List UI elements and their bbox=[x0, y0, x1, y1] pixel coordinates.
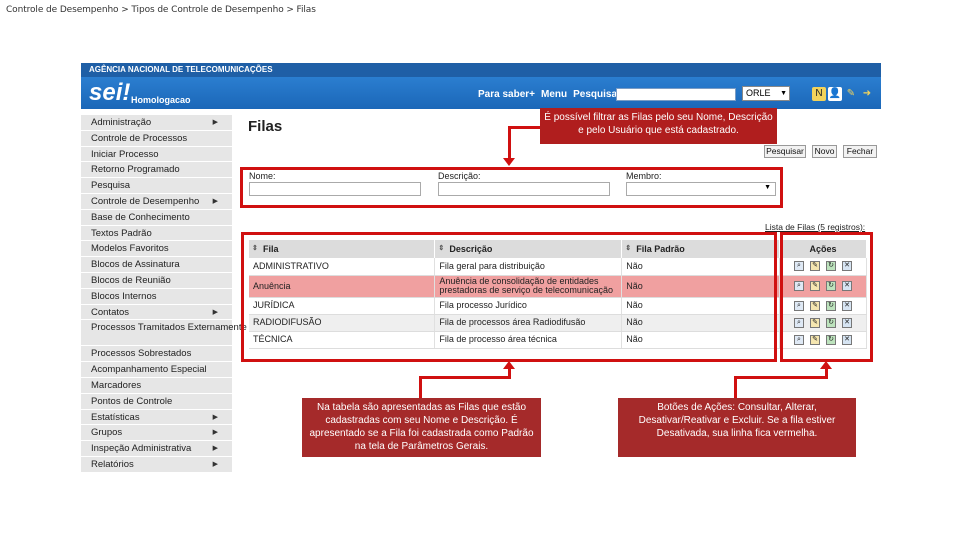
sidebar-item-label: Grupos bbox=[91, 427, 123, 439]
sidebar-item[interactable]: Acompanhamento Especial bbox=[81, 362, 232, 378]
chevron-right-icon: ▶ bbox=[212, 460, 218, 468]
environment-label: Homologacao bbox=[131, 95, 191, 105]
actions-connector-left bbox=[734, 376, 737, 398]
sidebar-item-label: Inspeção Administrativa bbox=[91, 443, 192, 455]
new-button[interactable]: Novo bbox=[812, 145, 837, 158]
sidebar-menu: Administração ▶ Controle de Processos Inici… bbox=[81, 115, 247, 473]
sidebar-item-label: Controle de Desempenho bbox=[91, 195, 200, 207]
sidebar-item-label: Textos Padrão bbox=[91, 227, 152, 239]
search-button[interactable]: Pesquisar bbox=[764, 145, 806, 158]
sidebar-item[interactable]: Pesquisa bbox=[81, 178, 232, 194]
slide-breadcrumb: Controle de Desempenho > Tipos de Contro… bbox=[6, 5, 316, 15]
chevron-down-icon: ▼ bbox=[780, 90, 787, 97]
sidebar-item[interactable]: Estatísticas ▶ bbox=[81, 409, 232, 426]
filter-connector-v bbox=[508, 126, 511, 160]
sidebar-item[interactable]: Grupos ▶ bbox=[81, 425, 232, 442]
actions-connector-h bbox=[734, 376, 827, 379]
header-link-pesquisa[interactable]: Pesquisa bbox=[573, 89, 617, 100]
sidebar-item[interactable]: Administração ▶ bbox=[81, 115, 232, 131]
sidebar-item[interactable]: Marcadores bbox=[81, 377, 232, 394]
arrow-down-icon bbox=[503, 158, 515, 166]
sidebar-item[interactable]: Pontos de Controle bbox=[81, 393, 232, 410]
table-highlight bbox=[241, 232, 777, 362]
filter-connector-h bbox=[508, 126, 544, 129]
actions-highlight bbox=[780, 232, 873, 362]
sidebar-item[interactable]: Modelos Favoritos bbox=[81, 241, 232, 258]
sidebar-item[interactable]: Blocos de Reunião bbox=[81, 272, 232, 289]
sidebar-item-label: Blocos de Assinatura bbox=[91, 259, 180, 271]
chevron-right-icon: ▶ bbox=[212, 413, 218, 421]
sidebar-item-label: Processos Sobrestados bbox=[91, 348, 192, 360]
sidebar-item-label: Contatos bbox=[91, 306, 130, 318]
actions-callout: Botões de Ações: Consultar, Alterar, Des… bbox=[618, 398, 856, 457]
sidebar-item[interactable]: Base de Conhecimento bbox=[81, 209, 232, 226]
chevron-right-icon: ▶ bbox=[212, 445, 218, 453]
sidebar-item-label: Base de Conhecimento bbox=[91, 211, 190, 223]
table-connector-right bbox=[508, 368, 511, 379]
table-callout: Na tabela são apresentadas as Filas que … bbox=[302, 398, 541, 457]
chevron-right-icon: ▶ bbox=[212, 308, 218, 316]
table-connector-h bbox=[419, 376, 510, 379]
header-link-menu[interactable]: Menu bbox=[541, 89, 567, 100]
sidebar-item[interactable]: Textos Padrão bbox=[81, 225, 232, 242]
sidebar-item-label: Pontos de Controle bbox=[91, 395, 173, 407]
page-title: Filas bbox=[248, 118, 283, 135]
header-link-saber[interactable]: Para saber+ bbox=[478, 89, 535, 100]
exit-icon[interactable]: ➜ bbox=[860, 87, 874, 101]
sidebar-item-label: Blocos Internos bbox=[91, 290, 157, 302]
sidebar-item-label: Processos Tramitados Externamente bbox=[91, 322, 247, 334]
sidebar-item-label: Controle de Processos bbox=[91, 132, 188, 144]
sidebar-item[interactable]: Controle de Processos bbox=[81, 130, 232, 147]
sei-logo[interactable]: sei! bbox=[89, 79, 130, 107]
sidebar-item-label: Pesquisa bbox=[91, 180, 131, 192]
sidebar-item[interactable]: Controle de Desempenho ▶ bbox=[81, 193, 232, 210]
sidebar-item[interactable]: Processos Sobrestados bbox=[81, 346, 232, 363]
sidebar-item[interactable]: Contatos ▶ bbox=[81, 304, 232, 321]
tools-icon[interactable]: ✎ bbox=[844, 87, 858, 101]
unit-select-value: ORLE bbox=[746, 88, 771, 98]
sidebar-item[interactable]: Iniciar Processo bbox=[81, 146, 232, 163]
sidebar-item-label: Estatísticas bbox=[91, 411, 140, 423]
unit-select[interactable]: ORLE ▼ bbox=[742, 86, 790, 101]
quick-search-input[interactable] bbox=[616, 88, 736, 101]
sidebar-item[interactable]: Processos Tramitados Externamente bbox=[81, 320, 247, 347]
sidebar-item-label: Retorno Programado bbox=[91, 164, 180, 176]
chevron-right-icon: ▶ bbox=[212, 197, 218, 205]
notification-icon[interactable]: N bbox=[812, 87, 826, 101]
filter-callout: É possível filtrar as Filas pelo seu Nom… bbox=[540, 108, 777, 144]
arrow-up-icon bbox=[820, 361, 832, 369]
sidebar-item[interactable]: Relatórios ▶ bbox=[81, 456, 232, 473]
sidebar-item-label: Modelos Favoritos bbox=[91, 243, 169, 255]
org-strip: AGÊNCIA NACIONAL DE TELECOMUNICAÇÕES bbox=[81, 63, 881, 77]
close-button[interactable]: Fechar bbox=[843, 145, 877, 158]
actions-connector-right bbox=[825, 368, 828, 379]
sidebar-item-label: Relatórios bbox=[91, 458, 134, 470]
sidebar-item[interactable]: Blocos de Assinatura bbox=[81, 257, 232, 273]
sidebar-item-label: Iniciar Processo bbox=[91, 148, 159, 160]
table-connector-left bbox=[419, 376, 422, 398]
sidebar-item-label: Administração bbox=[91, 117, 152, 128]
header-links: Para saber+ Menu Pesquisa bbox=[478, 89, 617, 100]
sidebar-item[interactable]: Inspeção Administrativa ▶ bbox=[81, 441, 232, 457]
sidebar-item[interactable]: Retorno Programado bbox=[81, 162, 232, 179]
arrow-up-icon bbox=[503, 361, 515, 369]
list-caption: Lista de Filas (5 registros): bbox=[765, 222, 866, 232]
sidebar-item[interactable]: Blocos Internos bbox=[81, 288, 232, 305]
chevron-right-icon: ▶ bbox=[212, 119, 218, 126]
sidebar-item-label: Acompanhamento Especial bbox=[91, 364, 207, 376]
chevron-right-icon: ▶ bbox=[212, 429, 218, 437]
sidebar-item-label: Marcadores bbox=[91, 379, 142, 391]
filter-area-highlight bbox=[240, 167, 783, 208]
user-icon[interactable]: 👤 bbox=[828, 87, 842, 101]
org-name: AGÊNCIA NACIONAL DE TELECOMUNICAÇÕES bbox=[89, 65, 273, 74]
app-header: sei! Homologacao Para saber+ Menu Pesqui… bbox=[81, 77, 881, 109]
sidebar-item-label: Blocos de Reunião bbox=[91, 274, 171, 286]
